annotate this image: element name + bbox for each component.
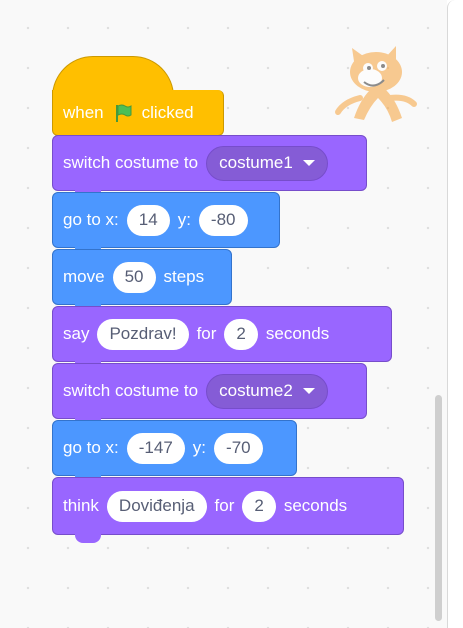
seconds-input[interactable]: 2 — [242, 490, 276, 522]
block-notch — [75, 534, 101, 543]
steps-input[interactable]: 50 — [112, 261, 156, 293]
block-label: for — [196, 324, 217, 343]
say-for-seconds-block[interactable]: say Pozdrav! for 2 seconds — [52, 306, 392, 370]
move-steps-block[interactable]: move 50 steps — [52, 249, 232, 313]
dropdown-value: costume2 — [219, 381, 293, 400]
y-input[interactable]: -70 — [214, 432, 263, 464]
block-label: when — [63, 102, 104, 122]
costume-dropdown[interactable]: costume2 — [206, 373, 328, 409]
block-label: seconds — [265, 324, 330, 343]
block-label: clicked — [141, 102, 194, 122]
switch-costume-block[interactable]: switch costume to costume1 — [52, 135, 367, 199]
block-label: seconds — [283, 496, 348, 515]
block-label: for — [214, 496, 235, 515]
message-input[interactable]: Pozdrav! — [97, 318, 189, 350]
block-label: say — [63, 324, 90, 343]
switch-costume-block[interactable]: switch costume to costume2 — [52, 363, 367, 427]
block-label: go to x: — [63, 210, 119, 229]
x-input[interactable]: -147 — [126, 432, 185, 464]
dropdown-value: costume1 — [219, 153, 293, 172]
block-label: y: — [192, 438, 207, 457]
costume-dropdown[interactable]: costume1 — [206, 145, 328, 181]
chevron-down-icon — [302, 388, 315, 394]
scratch-cat-icon[interactable] — [330, 38, 420, 128]
when-flag-clicked-block[interactable]: when clicked — [52, 90, 224, 144]
seconds-input[interactable]: 2 — [224, 318, 258, 350]
block-label: switch costume to — [63, 153, 199, 172]
workspace-edge — [447, 0, 463, 628]
go-to-xy-block[interactable]: go to x: 14 y: -80 — [52, 192, 280, 256]
think-for-seconds-block[interactable]: think Doviđenja for 2 seconds — [52, 477, 404, 543]
go-to-xy-block[interactable]: go to x: -147 y: -70 — [52, 420, 297, 484]
message-input[interactable]: Doviđenja — [106, 490, 207, 522]
block-label: steps — [163, 267, 205, 286]
x-input[interactable]: 14 — [126, 204, 170, 236]
block-label: think — [63, 496, 99, 515]
block-label: y: — [177, 210, 191, 229]
block-label: move — [63, 267, 105, 286]
y-input[interactable]: -80 — [198, 204, 248, 236]
vertical-scrollbar[interactable] — [435, 395, 442, 621]
green-flag-icon — [115, 104, 132, 122]
chevron-down-icon — [302, 160, 315, 166]
block-label: go to x: — [63, 438, 119, 457]
block-label: switch costume to — [63, 381, 199, 400]
